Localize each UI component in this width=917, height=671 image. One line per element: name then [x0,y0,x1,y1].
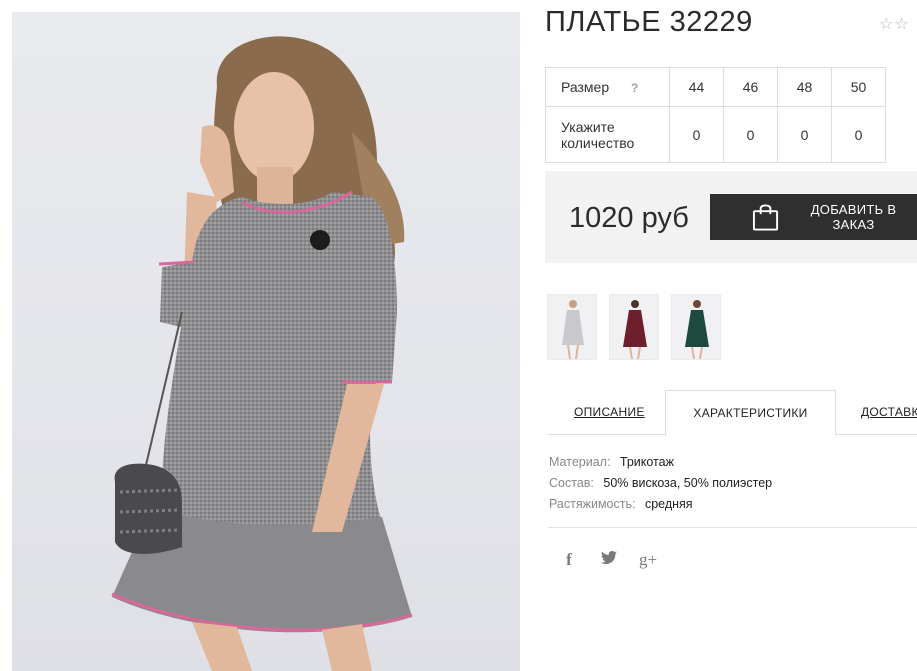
facebook-icon[interactable]: f [561,550,577,570]
rating-stars-icon[interactable]: ☆☆ [879,14,910,34]
size-cell: 46 [723,67,778,107]
quantity-input[interactable]: 0 [669,106,724,163]
spec-key: Материал: [549,455,611,469]
quantity-row: Укажите количество 0 0 0 0 [545,106,886,163]
twitter-icon[interactable] [598,550,620,569]
size-cell: 48 [777,67,832,107]
tab-description[interactable]: ОПИСАНИЕ [574,390,645,435]
size-row: Размер ? 44 46 48 50 [545,67,886,107]
spec-key: Растяжимость: [549,497,636,511]
product-title: ПЛАТЬЕ 32229 [545,6,753,38]
spec-key: Состав: [549,476,594,490]
spec-row: Состав: 50% вискоза, 50% полиэстер [549,473,772,494]
shopping-bag-icon [752,204,779,231]
size-cell: 44 [669,67,724,107]
product-price: 1020 руб [569,202,689,234]
characteristics-list: Материал: Трикотаж Состав: 50% вискоза, … [549,452,772,515]
add-to-order-label: ДОБАВИТЬ В ЗАКАЗ [810,202,897,232]
quantity-input[interactable]: 0 [777,106,832,163]
quantity-label: Укажите количество [545,106,670,163]
product-main-image[interactable] [12,12,520,671]
price-panel: 1020 руб ДОБАВИТЬ В ЗАКАЗ [545,171,917,263]
size-cell: 50 [831,67,886,107]
add-to-order-button[interactable]: ДОБАВИТЬ В ЗАКАЗ [710,194,917,240]
quantity-input[interactable]: 0 [831,106,886,163]
tab-characteristics[interactable]: ХАРАКТЕРИСТИКИ [665,390,836,436]
spec-row: Материал: Трикотаж [549,452,772,473]
google-plus-icon[interactable]: g+ [636,550,660,570]
size-help-icon[interactable]: ? [631,81,638,95]
thumbnail-grey[interactable] [547,294,597,360]
quantity-input[interactable]: 0 [723,106,778,163]
thumbnail-green[interactable] [671,294,721,360]
color-thumbnails [547,294,733,360]
spec-row: Растяжимость: средняя [549,494,772,515]
spec-value: средняя [644,497,693,511]
size-label: Размер [561,78,610,95]
social-share: f g+ [561,550,660,570]
size-quantity-table: Размер ? 44 46 48 50 Укажите количество … [545,67,886,163]
tab-delivery[interactable]: ДОСТАВК [861,390,917,435]
size-label-cell: Размер ? [545,67,670,107]
spec-value: Трикотаж [619,455,674,469]
divider [548,527,917,528]
product-tabs: ОПИСАНИЕ ХАРАКТЕРИСТИКИ ДОСТАВК [548,390,917,436]
thumbnail-burgundy[interactable] [609,294,659,360]
spec-value: 50% вискоза, 50% полиэстер [603,476,773,490]
